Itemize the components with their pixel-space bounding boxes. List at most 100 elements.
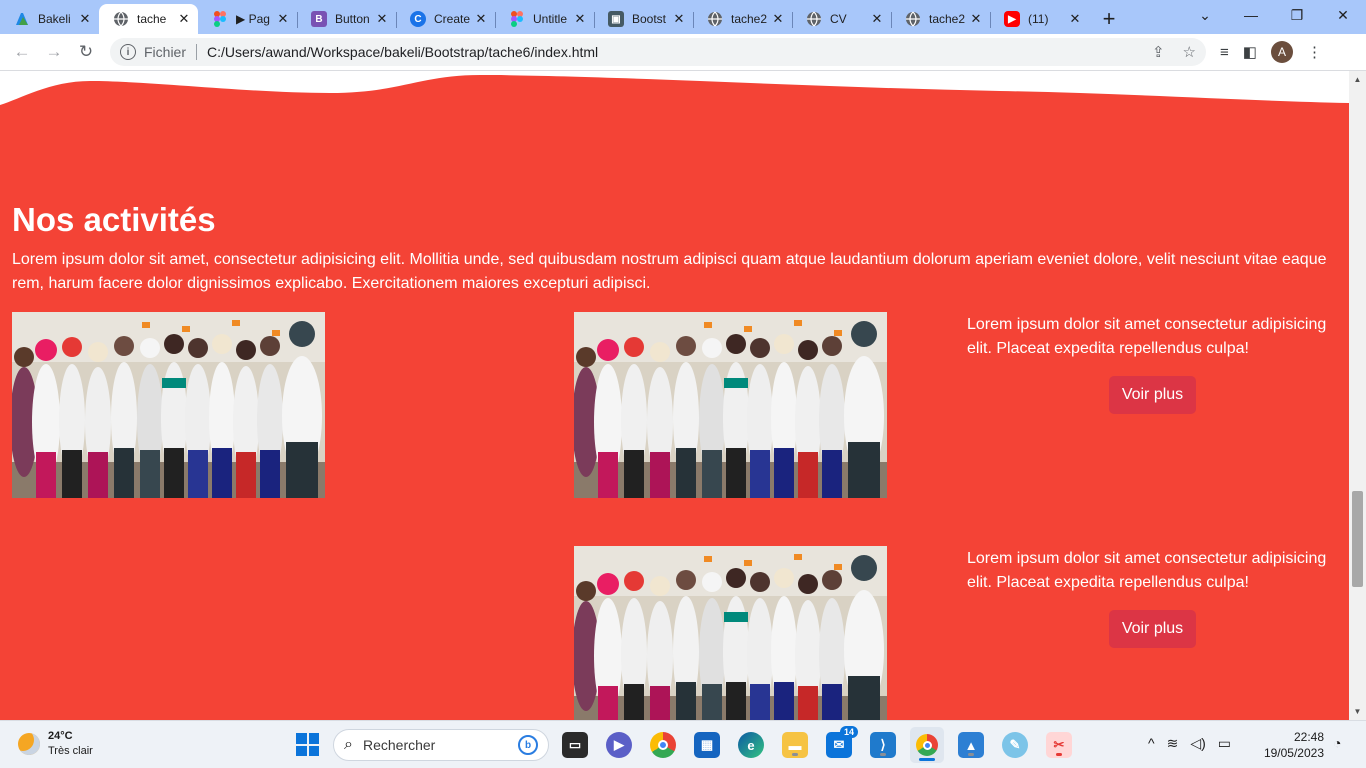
tab-1[interactable]: tache ✕ <box>99 4 198 34</box>
tab-strip: Bakeli ✕ tache ✕ ▶ Pag ✕ B Button ✕ C Cr… <box>0 0 1366 34</box>
bing-icon[interactable]: b <box>518 735 538 755</box>
toolbar: ← → ↻ i Fichier C:/Users/awand/Workspace… <box>0 34 1366 71</box>
taskbar-search[interactable]: ⌕ Rechercher b <box>333 729 549 761</box>
bootstrap-icon: B <box>311 11 327 27</box>
wave-divider <box>0 71 1349 105</box>
bootstrap-site-icon: ▣ <box>608 11 624 27</box>
teams-chat-icon[interactable]: ▶ <box>606 732 632 758</box>
bookmark-star-icon[interactable]: ☆ <box>1183 43 1196 61</box>
chrome-active-icon[interactable] <box>910 727 944 763</box>
tab-title: Bootst <box>632 12 667 26</box>
globe-icon <box>707 11 723 27</box>
notification-icon[interactable]: ◔ <box>1333 735 1341 751</box>
tab-search-icon[interactable]: ⌄ <box>1182 0 1228 30</box>
url-text: C:/Users/awand/Workspace/bakeli/Bootstra… <box>207 44 599 60</box>
reload-button[interactable]: ↻ <box>70 36 102 68</box>
search-placeholder: Rechercher <box>362 737 436 753</box>
running-indicator <box>792 753 798 756</box>
clock-date: 19/05/2023 <box>1263 746 1324 760</box>
page-scrollbar[interactable]: ▲ ▼ <box>1349 71 1366 720</box>
chevron-up-icon[interactable]: ^ <box>1148 735 1155 752</box>
tab-7[interactable]: tache2 ✕ <box>693 4 792 34</box>
tab-title: tache2 <box>731 12 768 26</box>
close-icon[interactable]: ✕ <box>770 11 786 27</box>
info-icon[interactable]: i <box>120 44 136 60</box>
vscode-icon[interactable]: ⟩ <box>870 732 896 758</box>
file-explorer-icon[interactable]: ▬ <box>782 732 808 758</box>
close-window-icon[interactable]: ✕ <box>1320 0 1366 30</box>
voir-plus-button[interactable]: Voir plus <box>1109 376 1196 414</box>
start-button[interactable] <box>296 733 319 756</box>
close-icon[interactable]: ✕ <box>671 11 687 27</box>
close-icon[interactable]: ✕ <box>869 11 885 27</box>
wifi-icon[interactable]: ≋ <box>1167 735 1179 752</box>
avatar[interactable]: A <box>1270 41 1293 63</box>
minimize-icon[interactable]: — <box>1228 0 1274 30</box>
scroll-down-icon[interactable]: ▼ <box>1349 703 1366 720</box>
section-intro: Lorem ipsum dolor sit amet, consectetur … <box>12 251 1327 292</box>
back-button[interactable]: ← <box>6 36 38 68</box>
tab-title: ▶ Pag <box>236 12 270 26</box>
side-panel-icon[interactable]: ◧ <box>1243 43 1257 61</box>
address-bar[interactable]: i Fichier C:/Users/awand/Workspace/bakel… <box>110 38 1206 66</box>
forward-button[interactable]: → <box>38 36 70 68</box>
tab-8[interactable]: CV ✕ <box>792 4 891 34</box>
menu-icon[interactable]: ⋮ <box>1307 43 1322 61</box>
tab-10[interactable]: ▶ (11) ✕ <box>990 4 1089 34</box>
tab-4[interactable]: C Create ✕ <box>396 4 495 34</box>
weather-condition: Très clair <box>48 745 93 757</box>
close-icon[interactable]: ✕ <box>572 11 588 27</box>
tab-6[interactable]: ▣ Bootst ✕ <box>594 4 693 34</box>
new-tab-button[interactable]: + <box>1089 4 1129 34</box>
close-icon[interactable]: ✕ <box>374 11 390 27</box>
microsoft-store-icon[interactable]: ▦ <box>694 732 720 758</box>
running-indicator <box>880 753 886 756</box>
globe-icon <box>905 11 921 27</box>
chrome-icon[interactable] <box>650 732 676 758</box>
search-icon: ⌕ <box>344 736 353 753</box>
divider <box>196 44 198 60</box>
close-icon[interactable]: ✕ <box>77 11 93 27</box>
close-icon[interactable]: ✕ <box>1067 11 1083 27</box>
page-viewport: Nos activités Lorem ipsum dolor sit amet… <box>0 71 1349 720</box>
share-icon[interactable]: ⇪ <box>1152 43 1165 61</box>
weather-widget[interactable]: 24°C Très clair <box>18 729 93 759</box>
clock-time: 22:48 <box>1293 730 1324 744</box>
task-view-icon[interactable]: ▭ <box>562 732 588 758</box>
tab-2[interactable]: ▶ Pag ✕ <box>198 4 297 34</box>
volume-icon[interactable]: ◁) <box>1190 735 1205 752</box>
tab-5[interactable]: Untitle ✕ <box>495 4 594 34</box>
battery-icon[interactable]: ▭ <box>1218 735 1231 752</box>
close-icon[interactable]: ✕ <box>473 11 489 27</box>
scrollbar-thumb[interactable] <box>1352 491 1363 587</box>
tab-title: Bakeli <box>38 12 71 26</box>
close-icon[interactable]: ✕ <box>275 11 291 27</box>
tab-3[interactable]: B Button ✕ <box>297 4 396 34</box>
close-icon[interactable]: ✕ <box>968 11 984 27</box>
section-title: Nos activités <box>12 201 216 238</box>
system-tray: ^ ≋ ◁) ▭ <box>1148 735 1231 752</box>
voir-plus-button[interactable]: Voir plus <box>1109 610 1196 648</box>
snipping-tool-icon[interactable]: ✂ <box>1046 732 1072 758</box>
clock[interactable]: 22:48 19/05/2023 <box>1256 729 1324 761</box>
close-icon[interactable]: ✕ <box>176 11 192 27</box>
card-text: Lorem ipsum dolor sit amet consectetur a… <box>967 316 1327 357</box>
media-control-icon[interactable]: ≡ <box>1220 44 1229 61</box>
scroll-up-icon[interactable]: ▲ <box>1349 71 1366 88</box>
mail-icon[interactable]: ✉ 14 <box>826 726 858 758</box>
figma-icon <box>509 11 525 27</box>
tab-title: Button <box>335 12 370 26</box>
mail-badge: 14 <box>839 726 858 738</box>
restore-icon[interactable]: ❐ <box>1274 0 1320 30</box>
bakeli-icon <box>14 11 30 27</box>
edge-icon[interactable]: e <box>738 732 764 758</box>
activity-photo <box>574 312 887 498</box>
tab-0[interactable]: Bakeli ✕ <box>0 4 99 34</box>
paint-icon[interactable]: ✎ <box>1002 732 1028 758</box>
tab-title: Untitle <box>533 12 568 26</box>
tab-9[interactable]: tache2 ✕ <box>891 4 990 34</box>
globe-icon <box>113 11 129 27</box>
photos-icon[interactable]: ▲ <box>958 732 984 758</box>
tab-title: tache2 <box>929 12 966 26</box>
figma-icon <box>212 11 228 27</box>
